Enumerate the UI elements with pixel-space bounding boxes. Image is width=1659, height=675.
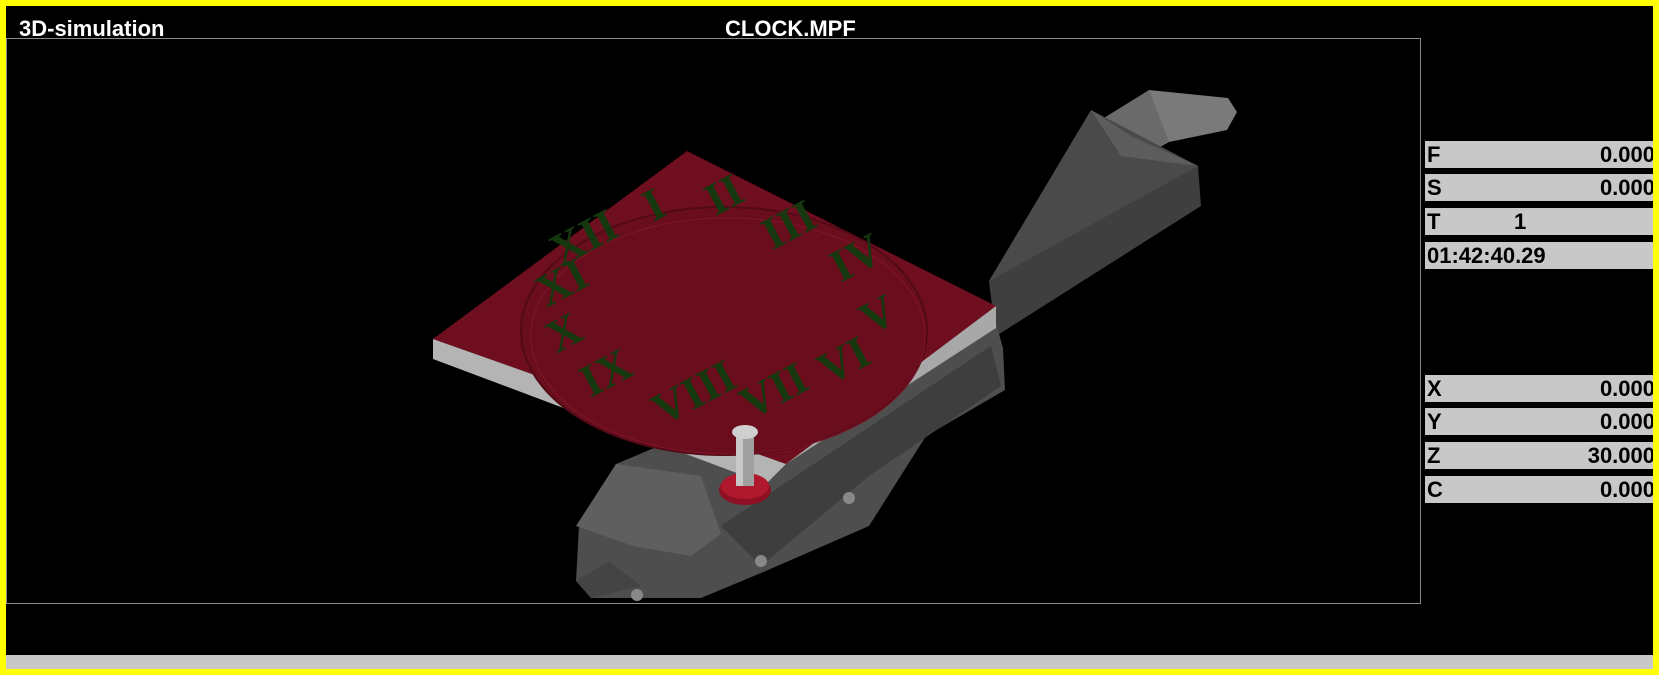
feed-label: F [1427, 142, 1441, 167]
axis-value: 30.000 [1587, 443, 1655, 468]
axis-label: Y [1427, 409, 1442, 434]
simulation-viewport[interactable]: I II III IV V VI VII VIII IX X XI XII [6, 38, 1421, 604]
axis-row-x: X 0.000 [1425, 375, 1655, 402]
feed-row: F 0.000 [1425, 141, 1655, 168]
axis-label: Z [1427, 443, 1441, 468]
axis-label: X [1427, 376, 1442, 401]
axis-row-c: C 0.000 [1425, 476, 1655, 503]
axis-value: 0.000 [1599, 409, 1655, 434]
axis-label: C [1427, 477, 1443, 502]
time-row: 01:42:40.29 [1425, 242, 1653, 269]
time-value: 01:42:40.29 [1427, 243, 1546, 268]
simulation-window: 3D-simulation CLOCK.MPF I II III IV V VI… [0, 0, 1659, 675]
axis-value: 0.000 [1599, 477, 1655, 502]
spindle-row: S 0.000 [1425, 174, 1655, 201]
spindle-holder [989, 90, 1237, 336]
axis-value: 0.000 [1599, 376, 1655, 401]
tool-label: T [1427, 209, 1441, 234]
tool-value: 1 [1514, 209, 1527, 234]
spindle-label: S [1427, 175, 1442, 200]
status-bar [6, 655, 1653, 669]
tool-row: T 1 [1425, 208, 1653, 235]
spindle-value: 0.000 [1599, 175, 1655, 200]
feed-value: 0.000 [1599, 142, 1655, 167]
axis-row-z: Z 30.000 [1425, 442, 1655, 469]
axis-row-y: Y 0.000 [1425, 408, 1655, 435]
simulation-scene: I II IIIIVVVIVIIVIIIIXXXIXII [433, 90, 1237, 601]
